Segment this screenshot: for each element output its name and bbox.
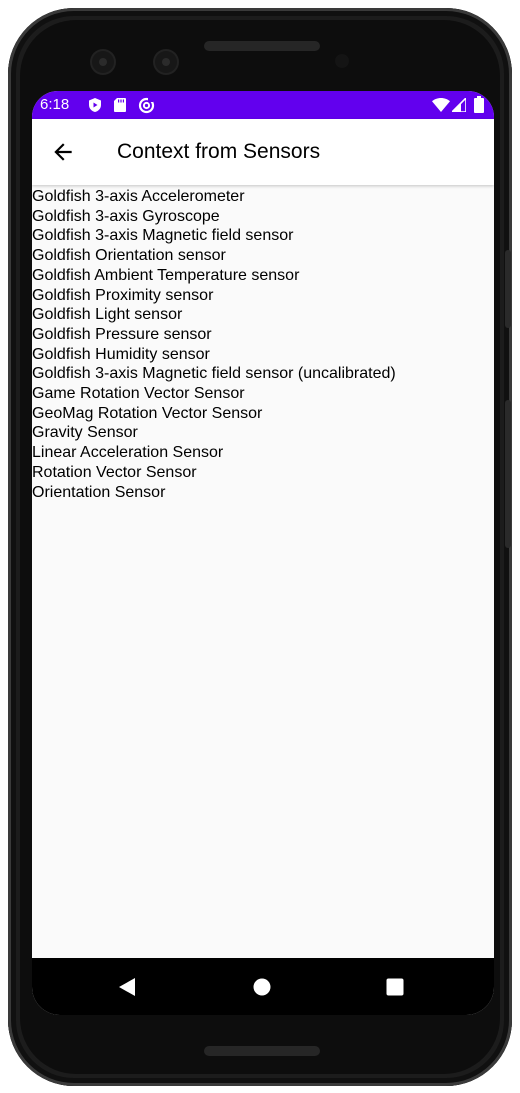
list-item: Goldfish Ambient Temperature sensor: [32, 266, 300, 284]
list-item: Gravity Sensor: [32, 424, 138, 442]
app-bar: Context from Sensors: [32, 119, 494, 185]
list-item: Game Rotation Vector Sensor: [32, 385, 245, 403]
navigation-bar: [32, 958, 494, 1015]
list-item: Orientation Sensor: [32, 483, 166, 501]
list-item: Goldfish Light sensor: [32, 306, 183, 324]
power-button: [505, 400, 511, 548]
list-item: Rotation Vector Sensor: [32, 463, 197, 481]
list-item: Goldfish 3-axis Magnetic field sensor: [32, 227, 294, 245]
list-item: GeoMag Rotation Vector Sensor: [32, 404, 263, 422]
front-camera-icon: [155, 51, 177, 73]
list-item: Goldfish Pressure sensor: [32, 325, 212, 343]
device-screen: 6:18 Context from Sensors Goldfish 3-axi…: [32, 91, 494, 1015]
home-circle-icon: [253, 978, 271, 995]
status-bar: 6:18: [32, 91, 494, 119]
front-camera-icon: [92, 51, 114, 73]
nav-recents-button[interactable]: [365, 958, 425, 1015]
nav-back-button[interactable]: [97, 958, 157, 1015]
list-item: Goldfish Proximity sensor: [32, 286, 214, 304]
list-item: Goldfish 3-axis Magnetic field sensor (u…: [32, 365, 396, 383]
list-item: Goldfish 3-axis Accelerometer: [32, 188, 245, 205]
list-item: Linear Acceleration Sensor: [32, 444, 224, 462]
data-saver-icon: [138, 97, 155, 114]
list-item: Goldfish 3-axis Gyroscope: [32, 207, 220, 225]
status-time: 6:18: [40, 96, 70, 113]
nav-home-button[interactable]: [232, 958, 292, 1015]
list-item: Goldfish Humidity sensor: [32, 345, 210, 363]
earpiece-speaker: [204, 41, 320, 51]
proximity-sensor-icon: [335, 54, 349, 68]
bottom-speaker: [204, 1046, 320, 1056]
arrow-back-icon[interactable]: [50, 139, 76, 165]
play-protect-icon: [89, 98, 101, 112]
volume-button: [505, 250, 511, 328]
page-title: Context from Sensors: [117, 140, 321, 163]
sd-card-icon: [114, 98, 126, 112]
sensor-list: Goldfish 3-axis Accelerometer Goldfish 3-…: [32, 187, 494, 502]
cell-signal-icon: [452, 98, 466, 112]
back-triangle-icon: [119, 977, 135, 996]
list-item: Goldfish Orientation sensor: [32, 247, 226, 265]
recents-square-icon: [386, 978, 404, 995]
wifi-icon: [432, 98, 450, 112]
battery-icon: [474, 96, 484, 113]
